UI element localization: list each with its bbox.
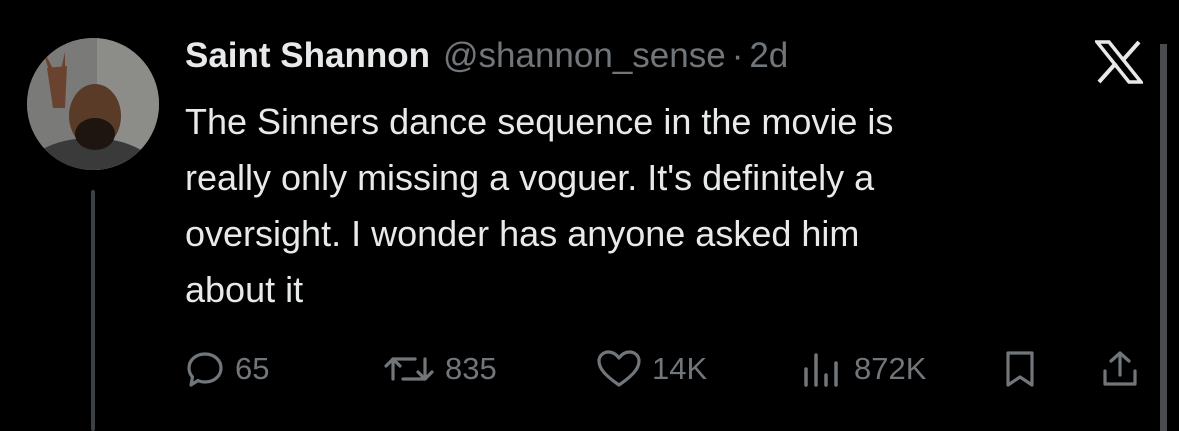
bookmark-button[interactable] bbox=[1000, 345, 1040, 393]
avatar[interactable] bbox=[27, 38, 159, 170]
reply-count: 65 bbox=[235, 351, 270, 386]
share-button[interactable] bbox=[1100, 345, 1140, 393]
like-count: 14K bbox=[652, 351, 708, 386]
tweet-header: Saint Shannon @shannon_sense · 2d bbox=[185, 36, 788, 84]
thread-line bbox=[91, 190, 95, 431]
views-button[interactable]: 872K bbox=[800, 345, 926, 393]
reply-button[interactable]: 65 bbox=[185, 345, 269, 393]
tweet-actions: 65 835 14K 872K bbox=[0, 345, 1179, 393]
bookmark-icon bbox=[1006, 351, 1034, 387]
x-logo-icon bbox=[1093, 40, 1145, 84]
share-icon bbox=[1103, 351, 1137, 386]
views-count: 872K bbox=[854, 351, 927, 386]
like-button[interactable]: 14K bbox=[596, 345, 707, 393]
reply-icon bbox=[187, 352, 223, 387]
tweet-timestamp[interactable]: 2d bbox=[749, 36, 788, 76]
retweet-count: 835 bbox=[445, 351, 497, 386]
separator-dot: · bbox=[731, 36, 744, 75]
retweet-button[interactable]: 835 bbox=[383, 345, 497, 393]
author-name[interactable]: Saint Shannon bbox=[185, 36, 430, 76]
views-icon bbox=[804, 353, 838, 387]
tweet-text: The Sinners dance sequence in the movie … bbox=[185, 101, 894, 310]
author-handle[interactable]: @shannon_sense bbox=[443, 36, 726, 76]
retweet-icon bbox=[384, 357, 434, 381]
heart-icon bbox=[597, 350, 641, 387]
avatar-image bbox=[27, 38, 159, 170]
